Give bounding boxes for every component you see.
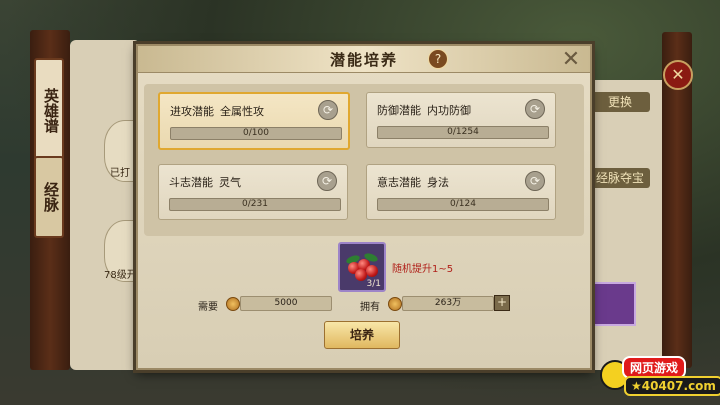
progress-bar: 0/1254: [377, 126, 549, 139]
potential-name: 意志潜能: [377, 176, 421, 189]
have-label: 拥有: [360, 302, 380, 313]
random-boost-text: 随机提升1~5: [392, 264, 454, 275]
potential-name: 进攻潜能: [170, 105, 214, 118]
potential-training-dialog: 潜能培养 ? ✕ 进攻潜能 全属性攻 ⟳ 0/100 防御潜能 内功防御 ⟳ 0…: [136, 44, 592, 370]
dialog-title: 潜能培养: [329, 51, 398, 69]
refresh-icon[interactable]: ⟳: [525, 99, 545, 119]
progress-text: 0/124: [450, 199, 476, 209]
meridian-node-ren-status: 已打: [110, 168, 130, 179]
meridian-treasure-button[interactable]: 经脉夺宝: [590, 168, 650, 188]
potential-card-fighting-spirit[interactable]: 斗志潜能 灵气 ⟳ 0/231: [158, 164, 348, 220]
have-value: 263万: [402, 296, 494, 311]
meridian-node-yinqiao-status: 78级开: [104, 270, 137, 281]
potential-card-defense[interactable]: 防御潜能 内功防御 ⟳ 0/1254: [366, 92, 556, 148]
dialog-title-bar: 潜能培养 ? ✕: [138, 46, 590, 73]
need-label: 需要: [198, 302, 218, 313]
close-icon[interactable]: ✕: [560, 49, 582, 72]
refresh-icon[interactable]: ⟳: [317, 171, 337, 191]
tab-hero-list[interactable]: 英雄谱: [34, 58, 64, 162]
berry-icon: [366, 265, 378, 277]
progress-bar: 0/100: [170, 127, 342, 140]
add-currency-button[interactable]: +: [494, 295, 510, 311]
site-watermark: 网页游戏 ★40407.com: [598, 352, 720, 402]
progress-text: 0/1254: [447, 127, 479, 137]
underlying-right-panel: [580, 80, 662, 370]
potential-attribute: 全属性攻: [220, 105, 264, 118]
underlying-left-panel: [70, 40, 140, 370]
coin-icon: [226, 297, 240, 311]
potential-grid: 进攻潜能 全属性攻 ⟳ 0/100 防御潜能 内功防御 ⟳ 0/1254 斗志潜…: [144, 84, 584, 236]
potential-name: 防御潜能: [377, 104, 421, 117]
progress-text: 0/100: [243, 128, 269, 138]
berry-item-slot[interactable]: 3/1: [338, 242, 386, 292]
progress-bar: 0/231: [169, 198, 341, 211]
coin-icon: [388, 297, 402, 311]
potential-card-will[interactable]: 意志潜能 身法 ⟳ 0/124: [366, 164, 556, 220]
swap-button[interactable]: 更换: [590, 92, 650, 112]
potential-attribute: 内功防御: [427, 104, 471, 117]
tab-meridian[interactable]: 经脉: [34, 156, 64, 238]
potential-attribute: 身法: [427, 176, 449, 189]
progress-text: 0/231: [242, 199, 268, 209]
refresh-icon[interactable]: ⟳: [525, 171, 545, 191]
side-close-icon[interactable]: ✕: [663, 60, 693, 90]
potential-card-attack[interactable]: 进攻潜能 全属性攻 ⟳ 0/100: [158, 92, 350, 150]
refresh-icon[interactable]: ⟳: [318, 100, 338, 120]
help-icon[interactable]: ?: [428, 49, 448, 69]
item-count: 3/1: [366, 279, 381, 289]
train-button[interactable]: 培养: [324, 321, 400, 349]
potential-name: 斗志潜能: [169, 176, 213, 189]
berry-icon: [355, 269, 367, 281]
book-icon[interactable]: [592, 282, 636, 326]
watermark-line2: ★40407.com: [624, 376, 720, 396]
progress-bar: 0/124: [377, 198, 549, 211]
need-value: 5000: [240, 296, 332, 311]
potential-attribute: 灵气: [219, 176, 241, 189]
